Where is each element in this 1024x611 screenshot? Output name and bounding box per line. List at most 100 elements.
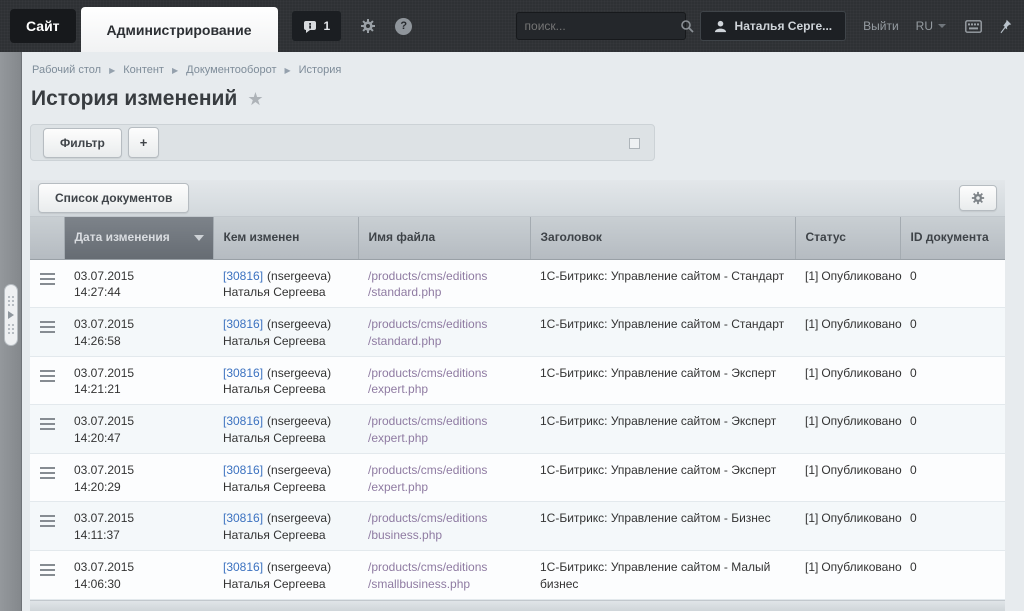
row-menu-cell — [30, 405, 64, 454]
row-menu-icon[interactable] — [40, 321, 55, 336]
content-area: Рабочий стол ▶ Контент ▶ Документооборот… — [22, 52, 1024, 611]
user-id-link[interactable]: [30816] — [223, 560, 263, 574]
table-header-row: Дата изменения Кем изменен Имя файла Заг… — [30, 217, 1005, 259]
sidebar-expand-handle[interactable] — [4, 284, 18, 346]
status-id: [1] — [805, 560, 818, 574]
user-id-link[interactable]: [30816] — [223, 414, 263, 428]
change-time: 14:20:29 — [74, 479, 203, 496]
file-cell: /products/cms/editions /standard.php — [358, 308, 530, 357]
topbar: Сайт Администрирование 1 ? — [0, 0, 1024, 52]
breadcrumb-history[interactable]: История — [299, 64, 342, 76]
hotkeys-button[interactable] — [965, 20, 982, 33]
table-row: 03.07.2015 14:27:44 [30816](nsergeeva) Н… — [30, 259, 1005, 308]
row-menu-icon[interactable] — [40, 515, 55, 530]
row-menu-icon[interactable] — [40, 418, 55, 433]
user-id-link[interactable]: [30816] — [223, 511, 263, 525]
tab-document-list[interactable]: Список документов — [38, 183, 189, 213]
row-menu-cell — [30, 259, 64, 308]
column-title[interactable]: Заголовок — [530, 217, 795, 259]
add-filter-button[interactable]: + — [128, 127, 160, 158]
table-row: 03.07.2015 14:11:37 [30816] (nsergeeva) Н… — [30, 502, 1005, 551]
logout-link[interactable]: Выйти — [863, 19, 899, 33]
file-path-link[interactable]: /products/cms/editions — [368, 269, 487, 283]
breadcrumb-content[interactable]: Контент — [123, 64, 164, 76]
user-id-link[interactable]: [30816] — [223, 366, 263, 380]
user-cell: [30816] (nsergeeva) Наталья Сергеева — [213, 502, 358, 551]
tab-administration[interactable]: Администрирование — [81, 7, 278, 52]
file-name-link[interactable]: /business.php — [368, 528, 442, 542]
file-path-link[interactable]: /products/cms/editions — [368, 511, 487, 525]
date-cell: 03.07.2015 14:11:37 — [64, 502, 213, 551]
user-login: (nsergeeva) — [267, 366, 331, 380]
grid-settings-button[interactable] — [959, 185, 997, 211]
filter-button[interactable]: Фильтр — [43, 128, 122, 158]
column-date-sorted[interactable]: Дата изменения — [64, 217, 213, 259]
filter-settings-icon[interactable] — [629, 138, 640, 149]
status-id: [1] — [805, 463, 818, 477]
column-doc-id[interactable]: ID документа — [900, 217, 1005, 259]
user-fullname: Наталья Сергеева — [223, 527, 348, 544]
file-path-link[interactable]: /products/cms/editions — [368, 317, 487, 331]
column-changed-by[interactable]: Кем изменен — [213, 217, 358, 259]
file-path-link[interactable]: /products/cms/editions — [368, 366, 487, 380]
breadcrumb: Рабочий стол ▶ Контент ▶ Документооборот… — [30, 64, 1005, 76]
user-login: (nsergeeva) — [267, 463, 331, 477]
column-status[interactable]: Статус — [795, 217, 900, 259]
user-id-link[interactable]: [30816] — [223, 463, 263, 477]
breadcrumb-workflow[interactable]: Документооборот — [186, 64, 276, 76]
user-fullname: Наталья Сергеева — [223, 479, 348, 496]
status-cell: [1]Опубликовано — [795, 356, 900, 405]
table-row: 03.07.2015 14:06:30 [30816](nsergeeva) Н… — [30, 551, 1005, 600]
row-menu-icon[interactable] — [40, 273, 55, 288]
chevron-down-icon — [938, 24, 946, 28]
file-name-link[interactable]: /expert.php — [368, 382, 428, 396]
row-menu-cell — [30, 453, 64, 502]
user-id-link[interactable]: [30816] — [223, 317, 263, 331]
file-name-link[interactable]: /expert.php — [368, 431, 428, 445]
date-cell: 03.07.2015 14:27:44 — [64, 259, 213, 308]
pin-panel-button[interactable] — [997, 19, 1012, 34]
user-fullname: Наталья Сергеева — [223, 333, 348, 350]
file-path-link[interactable]: /products/cms/editions — [368, 463, 487, 477]
user-menu-button[interactable]: Наталья Серге... — [700, 11, 847, 41]
column-filename[interactable]: Имя файла — [358, 217, 530, 259]
date-cell: 03.07.2015 14:21:21 — [64, 356, 213, 405]
language-label: RU — [916, 19, 933, 33]
settings-gear-button[interactable] — [360, 18, 376, 34]
file-name-link[interactable]: /expert.php — [368, 480, 428, 494]
tab-site[interactable]: Сайт — [10, 9, 76, 43]
row-menu-icon[interactable] — [40, 370, 55, 385]
user-login: (nsergeeva) — [267, 511, 331, 525]
breadcrumb-arrow-icon: ▶ — [284, 66, 290, 75]
history-table-body: 03.07.2015 14:27:44 [30816] (nsergeeva) Н… — [30, 259, 1005, 599]
column-label: Дата изменения — [75, 230, 170, 244]
handle-dots-top — [7, 295, 15, 307]
notifications-button[interactable]: 1 — [292, 11, 342, 41]
row-menu-icon[interactable] — [40, 564, 55, 579]
documents-grid: Список документов — [30, 180, 1005, 611]
user-id-link[interactable]: [30816] — [223, 269, 263, 283]
favorite-star-icon[interactable]: ★ — [247, 89, 263, 110]
help-button[interactable]: ? — [395, 18, 412, 35]
breadcrumb-desktop[interactable]: Рабочий стол — [32, 64, 101, 76]
status-text: Опубликовано — [821, 511, 901, 525]
file-name-link[interactable]: /standard.php — [368, 334, 441, 348]
table-row: 03.07.2015 14:20:29 [30816](nsergeeva) Н… — [30, 453, 1005, 502]
search-input[interactable] — [525, 19, 680, 33]
user-login: (nsergeeva) — [267, 317, 331, 331]
file-path-link[interactable]: /products/cms/editions — [368, 560, 487, 574]
user-name: Наталья Серге... — [735, 19, 833, 33]
user-cell: [30816] (nsergeeva) Наталья Сергеева — [213, 308, 358, 357]
user-cell: [30816] (nsergeeva) Наталья Сергеева — [213, 453, 358, 502]
row-menu-icon[interactable] — [40, 467, 55, 482]
search-icon[interactable] — [680, 19, 694, 33]
file-name-link[interactable]: /standard.php — [368, 285, 441, 299]
search-box[interactable] — [516, 12, 686, 40]
table-row: 03.07.2015 14:26:58 [30816](nsergeeva) Н… — [30, 308, 1005, 357]
page-title: История изменений — [31, 87, 237, 111]
file-name-link[interactable]: /smallbusiness.php — [368, 577, 470, 591]
language-selector[interactable]: RU — [916, 19, 946, 33]
file-path-link[interactable]: /products/cms/editions — [368, 414, 487, 428]
file-cell: /products/cms/editions /expert.php — [358, 405, 530, 454]
notification-icon — [303, 20, 317, 33]
